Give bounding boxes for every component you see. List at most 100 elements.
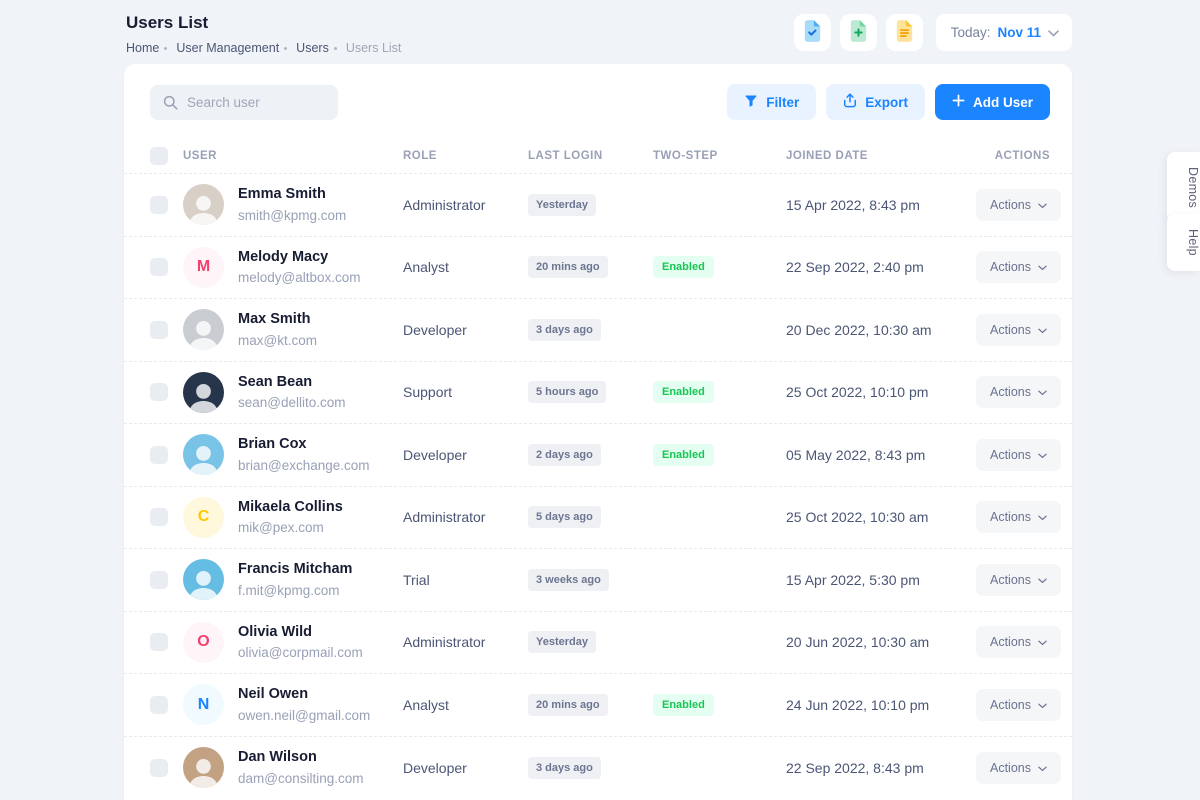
- actions-button-label: Actions: [990, 385, 1031, 399]
- last-login-badge: 20 mins ago: [528, 256, 608, 278]
- avatar: [183, 309, 224, 350]
- user-email: smith@kpmg.com: [238, 209, 346, 223]
- last-login-cell: 5 hours ago: [528, 381, 653, 403]
- breadcrumb-item-home[interactable]: Home: [126, 41, 159, 55]
- user-cell: Emma Smith smith@kpmg.com: [183, 184, 403, 225]
- row-actions-button[interactable]: Actions: [976, 439, 1061, 471]
- row-checkbox[interactable]: [150, 508, 168, 526]
- role-cell: Administrator: [403, 197, 528, 213]
- last-login-cell: 20 mins ago: [528, 694, 653, 716]
- user-cell: Francis Mitcham f.mit@kpmg.com: [183, 559, 403, 600]
- row-actions-button[interactable]: Actions: [976, 689, 1061, 721]
- search-input[interactable]: [150, 85, 338, 120]
- person-silhouette-icon: [183, 751, 224, 788]
- person-silhouette-icon: [183, 313, 224, 350]
- row-actions-button[interactable]: Actions: [976, 626, 1061, 658]
- chevron-down-icon: [1038, 385, 1047, 399]
- date-selector-button[interactable]: Today: Nov 11: [936, 14, 1072, 51]
- user-identity: Mikaela Collins mik@pex.com: [238, 500, 343, 535]
- file-check-quick-button[interactable]: [794, 14, 831, 51]
- file-plus-quick-button[interactable]: [840, 14, 877, 51]
- column-header-last-login: LAST LOGIN: [528, 150, 653, 162]
- file-check-icon: [803, 20, 822, 45]
- row-checkbox[interactable]: [150, 321, 168, 339]
- add-user-button[interactable]: Add User: [935, 84, 1050, 120]
- filter-button[interactable]: Filter: [727, 84, 816, 120]
- row-actions-button[interactable]: Actions: [976, 314, 1061, 346]
- two-step-badge: Enabled: [653, 256, 714, 278]
- row-actions-button[interactable]: Actions: [976, 251, 1061, 283]
- export-button-label: Export: [865, 95, 908, 110]
- column-header-role: ROLE: [403, 150, 528, 162]
- role-cell: Trial: [403, 572, 528, 588]
- actions-button-label: Actions: [990, 260, 1031, 274]
- avatar: N: [183, 684, 224, 725]
- add-user-button-label: Add User: [973, 95, 1033, 110]
- breadcrumb-item-user-management[interactable]: User Management: [176, 41, 279, 55]
- row-checkbox[interactable]: [150, 383, 168, 401]
- row-actions-button[interactable]: Actions: [976, 501, 1061, 533]
- date-selector-value: Nov 11: [997, 25, 1041, 40]
- last-login-cell: 2 days ago: [528, 444, 653, 466]
- user-name: Melody Macy: [238, 250, 361, 265]
- breadcrumb-separator-dot: [164, 47, 167, 50]
- actions-button-label: Actions: [990, 323, 1031, 337]
- file-lines-quick-button[interactable]: [886, 14, 923, 51]
- breadcrumb: Home User Management Users Users List: [126, 41, 401, 55]
- side-tab-help[interactable]: Help: [1167, 214, 1200, 271]
- file-plus-icon: [849, 20, 868, 45]
- avatar: M: [183, 247, 224, 288]
- actions-cell: Actions: [976, 251, 1061, 283]
- actions-cell: Actions: [976, 314, 1061, 346]
- breadcrumb-item-users-list: Users List: [346, 41, 402, 55]
- user-cell: C Mikaela Collins mik@pex.com: [183, 497, 403, 538]
- breadcrumb-item-users[interactable]: Users: [296, 41, 329, 55]
- actions-cell: Actions: [976, 376, 1061, 408]
- breadcrumb-separator-dot: [284, 47, 287, 50]
- row-actions-button[interactable]: Actions: [976, 376, 1061, 408]
- chevron-down-icon: [1038, 448, 1047, 462]
- actions-button-label: Actions: [990, 198, 1031, 212]
- role-cell: Developer: [403, 322, 528, 338]
- row-checkbox[interactable]: [150, 446, 168, 464]
- search-icon: [163, 95, 178, 115]
- select-all-checkbox[interactable]: [150, 147, 168, 165]
- chevron-down-icon: [1038, 635, 1047, 649]
- user-identity: Olivia Wild olivia@corpmail.com: [238, 625, 363, 660]
- chevron-down-icon: [1048, 25, 1059, 40]
- last-login-cell: 5 days ago: [528, 506, 653, 528]
- row-actions-button[interactable]: Actions: [976, 752, 1061, 784]
- row-checkbox[interactable]: [150, 633, 168, 651]
- filter-icon: [744, 94, 758, 111]
- chevron-down-icon: [1038, 198, 1047, 212]
- user-email: max@kt.com: [238, 334, 317, 348]
- actions-button-label: Actions: [990, 573, 1031, 587]
- export-button[interactable]: Export: [826, 84, 925, 120]
- user-email: melody@altbox.com: [238, 271, 361, 285]
- last-login-cell: 3 days ago: [528, 319, 653, 341]
- user-identity: Neil Owen owen.neil@gmail.com: [238, 687, 370, 722]
- user-name: Neil Owen: [238, 687, 370, 702]
- last-login-badge: Yesterday: [528, 194, 596, 216]
- row-checkbox[interactable]: [150, 196, 168, 214]
- chevron-down-icon: [1038, 761, 1047, 775]
- role-cell: Support: [403, 384, 528, 400]
- row-checkbox[interactable]: [150, 696, 168, 714]
- two-step-cell: Enabled: [653, 381, 786, 403]
- user-cell: Brian Cox brian@exchange.com: [183, 434, 403, 475]
- last-login-cell: Yesterday: [528, 631, 653, 653]
- row-actions-button[interactable]: Actions: [976, 564, 1061, 596]
- avatar: [183, 434, 224, 475]
- side-tab-demos[interactable]: Demos: [1167, 152, 1200, 223]
- plus-icon: [952, 94, 965, 110]
- user-cell: N Neil Owen owen.neil@gmail.com: [183, 684, 403, 725]
- role-cell: Analyst: [403, 259, 528, 275]
- last-login-cell: 3 weeks ago: [528, 569, 653, 591]
- row-checkbox[interactable]: [150, 571, 168, 589]
- avatar: [183, 184, 224, 225]
- search-box: [150, 85, 338, 120]
- row-checkbox[interactable]: [150, 759, 168, 777]
- row-actions-button[interactable]: Actions: [976, 189, 1061, 221]
- column-header-user: USER: [183, 150, 403, 162]
- row-checkbox[interactable]: [150, 258, 168, 276]
